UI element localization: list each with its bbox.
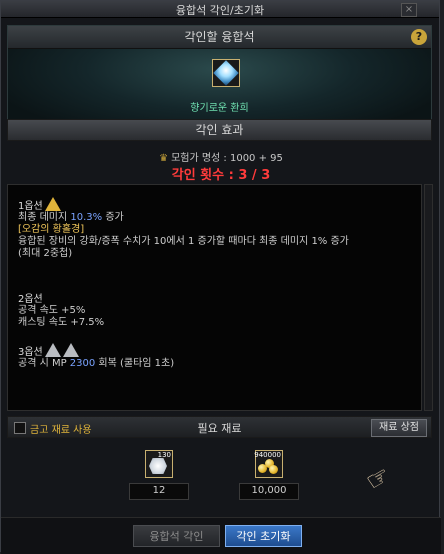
material-2-count: 940000 <box>254 451 281 459</box>
material-1-count: 130 <box>157 451 171 459</box>
fame-icon: ♛ <box>159 153 169 164</box>
stone-panel-header: 각인할 융합석 <box>8 26 431 49</box>
tab-engrave-reset[interactable]: 각인 초기화 <box>225 525 302 547</box>
bottom-bar: 융합석 각인 각인 초기화 <box>1 517 441 554</box>
option-2-title: 2옵션 <box>18 294 43 305</box>
material-2-quantity: 10,000 <box>239 483 299 500</box>
option-1-line-2: [오감의 황홀경] <box>18 224 85 235</box>
material-slot-1[interactable]: 130 <box>145 450 173 478</box>
engrave-count: 각인 횟수 : 3 / 3 <box>171 168 271 183</box>
option-3-value: 2300 <box>69 358 96 369</box>
material-slot-2[interactable]: 940000 <box>254 450 283 478</box>
material-shop-button[interactable]: 재료 상점 <box>371 419 427 437</box>
fusion-stone-icon <box>213 60 239 86</box>
effect-header: 각인 효과 <box>7 119 432 141</box>
silver-grade-icon <box>44 343 61 357</box>
option-1-line-1-suffix: 증가 <box>102 212 124 223</box>
fusion-stone-name: 향기로운 환희 <box>190 103 249 114</box>
silver-grade-icon-2 <box>62 343 79 357</box>
tab-fuse-engrave[interactable]: 융합석 각인 <box>133 525 220 547</box>
option-1-line-4: (최대 2중첩) <box>18 248 73 259</box>
option-1-line-1: 최종 데미지 10.3% 증가 <box>18 212 411 224</box>
engrave-window: 융합석 각인/초기화 × 각인할 융합석 ? 향기로운 환희 각인 효과 ♛ 모험… <box>0 0 441 554</box>
gold-grade-icon <box>44 197 61 211</box>
fame-label: 모험가 명성 : 1000 + 95 <box>171 153 283 164</box>
option-2-line-1: 공격 속도 +5% <box>18 305 86 316</box>
option-1-value: 10.3% <box>70 212 103 223</box>
option-2-line-2: 캐스팅 속도 +7.5% <box>18 317 105 328</box>
option-1-title: 1옵션 <box>18 197 411 212</box>
fusion-stone-slot[interactable] <box>212 59 240 87</box>
option-3-label: 3옵션 <box>18 347 43 358</box>
option-1-line-3: 융합된 장비의 강화/증폭 수치가 10에서 1 증가할 때마다 최종 데미지 … <box>18 236 349 247</box>
window-title: 융합석 각인/초기화 <box>175 4 265 17</box>
option-3-line-1: 공격 시 MP 2300 회복 (쿨타임 1초) <box>18 358 411 370</box>
effect-list: 1옵션 최종 데미지 10.3% 증가 [오감의 황홀경] 융합된 장비의 강화… <box>7 184 422 411</box>
option-3-title: 3옵션 <box>18 343 411 358</box>
close-button[interactable]: × <box>401 3 417 17</box>
material-title: 필요 재료 <box>197 422 242 435</box>
material-bar: 금고 재료 사용 필요 재료 재료 상점 <box>7 416 432 438</box>
effect-scrollbar[interactable] <box>424 184 433 411</box>
help-icon[interactable]: ? <box>411 29 427 45</box>
pointing-hand-icon: ☞ <box>361 460 397 498</box>
option-1-line-1-prefix: 최종 데미지 <box>18 212 71 223</box>
option-1-label: 1옵션 <box>18 201 43 212</box>
fame-row: ♛ 모험가 명성 : 1000 + 95 <box>1 149 441 164</box>
material-stone-icon <box>149 458 167 474</box>
option-3-line-1-suffix: 회복 (쿨타임 1초) <box>95 358 175 369</box>
gold-coins-icon <box>258 459 278 474</box>
material-1-quantity: 12 <box>129 483 189 500</box>
title-bar[interactable]: 융합석 각인/초기화 × <box>1 1 439 18</box>
option-3-line-1-prefix: 공격 시 MP <box>18 358 70 369</box>
